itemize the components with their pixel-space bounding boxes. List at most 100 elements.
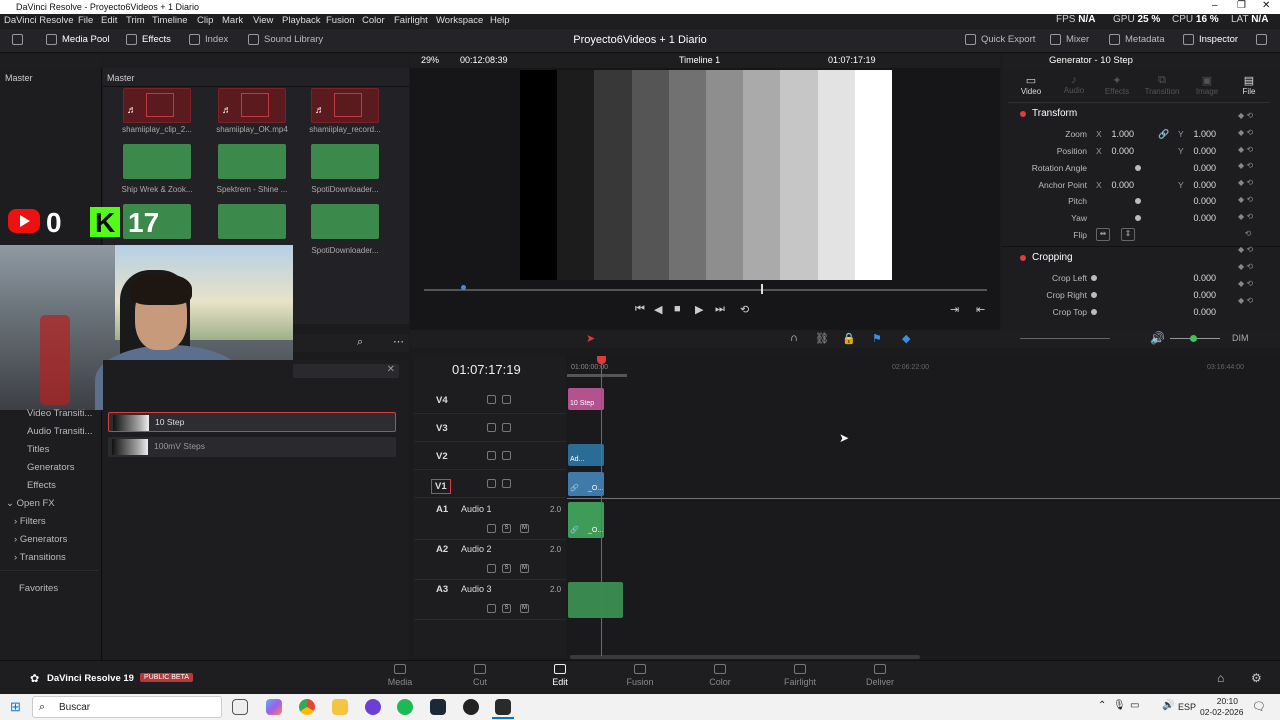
tree-audio-transitions[interactable]: Audio Transiti... bbox=[27, 426, 92, 437]
timeline-scrollbar[interactable] bbox=[570, 655, 920, 659]
menu-clip[interactable]: Clip bbox=[197, 15, 213, 26]
clock-time[interactable]: 20:10 bbox=[1208, 696, 1238, 706]
next-edit-icon[interactable]: ⇥ bbox=[950, 303, 959, 316]
tree-titles[interactable]: Titles bbox=[27, 444, 49, 455]
menu-trim[interactable]: Trim bbox=[126, 15, 145, 26]
tree-favorites[interactable]: Favorites bbox=[19, 583, 58, 594]
rotation-field[interactable]: 0.000 bbox=[1176, 163, 1216, 173]
crop-left-slider[interactable] bbox=[1091, 275, 1097, 281]
flag-icon[interactable]: ⚑ bbox=[872, 332, 882, 345]
clip-thumbnail[interactable]: ♬ bbox=[311, 88, 379, 123]
page-cut[interactable]: Cut bbox=[450, 664, 510, 687]
home-icon[interactable]: ⌂ bbox=[1217, 671, 1224, 685]
menu-help[interactable]: Help bbox=[490, 15, 510, 26]
play-reverse-icon[interactable]: ◀ bbox=[654, 303, 662, 316]
scrub-bar[interactable] bbox=[424, 289, 987, 291]
anchor-y-field[interactable]: 0.000 bbox=[1176, 180, 1216, 190]
clock-date[interactable]: 02-02-2026 bbox=[1200, 707, 1243, 717]
crop-left-field[interactable]: 0.000 bbox=[1176, 273, 1216, 283]
file-explorer-icon[interactable] bbox=[332, 699, 348, 715]
yaw-slider[interactable] bbox=[1135, 215, 1141, 221]
scrub-playhead[interactable] bbox=[761, 284, 763, 294]
position-x-field[interactable]: 0.000 bbox=[1094, 146, 1134, 156]
tree-video-transitions[interactable]: Video Transiti... bbox=[27, 408, 92, 419]
playhead-handle[interactable] bbox=[597, 356, 606, 364]
selection-tool-icon[interactable]: ➤ bbox=[586, 332, 595, 345]
zoom-x-field[interactable]: 1.000 bbox=[1094, 129, 1134, 139]
timeline-selector[interactable]: Timeline 1 bbox=[679, 55, 720, 65]
clip-10-step[interactable]: 10 Step bbox=[568, 388, 604, 410]
sound-library-button[interactable]: Sound Library bbox=[248, 34, 323, 45]
stop-icon[interactable]: ■ bbox=[674, 303, 681, 315]
mixer-button[interactable]: Mixer bbox=[1050, 34, 1089, 45]
volume-icon[interactable]: 🔊 bbox=[1150, 331, 1165, 345]
metadata-button[interactable]: Metadata bbox=[1109, 34, 1165, 45]
clip-thumbnail[interactable] bbox=[311, 204, 379, 239]
generator-100mv-steps[interactable]: 100mV Steps bbox=[108, 437, 396, 457]
tree-generators[interactable]: Generators bbox=[27, 462, 75, 473]
flip-horizontal-icon[interactable]: ⇹ bbox=[1096, 228, 1110, 241]
expand-icon[interactable] bbox=[1256, 34, 1267, 45]
link-icon[interactable]: 🔗 bbox=[1158, 129, 1169, 140]
tab-effects[interactable]: ✦ Effects bbox=[1094, 74, 1140, 96]
menu-edit[interactable]: Edit bbox=[101, 15, 117, 26]
inspector-button[interactable]: Inspector bbox=[1183, 34, 1238, 45]
loop-icon[interactable]: ⟲ bbox=[740, 303, 749, 316]
tab-file[interactable]: ▤ File bbox=[1226, 74, 1272, 96]
transform-enable-dot[interactable] bbox=[1020, 111, 1026, 117]
yaw-field[interactable]: 0.000 bbox=[1176, 213, 1216, 223]
discord-icon[interactable] bbox=[365, 699, 381, 715]
tab-image[interactable]: ▣ Image bbox=[1184, 74, 1230, 96]
skip-to-end-icon[interactable]: ⏭ bbox=[715, 303, 725, 316]
page-color[interactable]: Color bbox=[690, 664, 750, 687]
menu-color[interactable]: Color bbox=[362, 15, 385, 26]
tree-filters[interactable]: › Filters bbox=[14, 516, 46, 527]
clear-icon[interactable]: ✕ bbox=[387, 364, 395, 375]
position-y-field[interactable]: 0.000 bbox=[1176, 146, 1216, 156]
pitch-field[interactable]: 0.000 bbox=[1176, 196, 1216, 206]
task-view-icon[interactable] bbox=[232, 699, 248, 715]
menu-workspace[interactable]: Workspace bbox=[436, 15, 483, 26]
copilot-icon[interactable] bbox=[266, 699, 282, 715]
marker-icon[interactable]: ◆ bbox=[902, 332, 910, 345]
maximize-icon[interactable]: ❐ bbox=[1237, 0, 1246, 11]
quick-export-button[interactable]: Quick Export bbox=[965, 34, 1035, 45]
tree-ofx-transitions[interactable]: › Transitions bbox=[14, 552, 66, 563]
crop-top-field[interactable]: 0.000 bbox=[1176, 307, 1216, 317]
menu-fusion[interactable]: Fusion bbox=[326, 15, 355, 26]
clip-thumbnail[interactable] bbox=[123, 144, 191, 179]
speaker-icon[interactable]: 🔊 bbox=[1162, 700, 1174, 711]
davinci-taskbar-icon[interactable] bbox=[495, 699, 511, 715]
rotation-slider[interactable] bbox=[1135, 165, 1141, 171]
clip-thumbnail[interactable] bbox=[218, 204, 286, 239]
cropping-enable-dot[interactable] bbox=[1020, 255, 1026, 261]
master-bin[interactable]: Master bbox=[5, 73, 33, 85]
microphone-icon[interactable]: 🎙 bbox=[1113, 700, 1126, 711]
tab-audio[interactable]: ♪ Audio bbox=[1051, 74, 1097, 95]
spotify-icon[interactable] bbox=[397, 699, 413, 715]
close-icon[interactable]: ✕ bbox=[1262, 0, 1270, 11]
menu-davinci[interactable]: DaVinci Resolve bbox=[4, 15, 74, 26]
link-icon[interactable]: ⛓ bbox=[815, 332, 829, 345]
clip-thumbnail[interactable] bbox=[218, 144, 286, 179]
taskbar-search[interactable]: ⌕ Buscar bbox=[32, 696, 222, 718]
steam-icon[interactable] bbox=[430, 699, 446, 715]
flip-vertical-icon[interactable]: ⇕ bbox=[1121, 228, 1135, 241]
menu-fairlight[interactable]: Fairlight bbox=[394, 15, 428, 26]
timeline-area[interactable]: 01:00:00:00 02:06:22:00 03:16:44:00 10 S… bbox=[567, 356, 1280, 656]
tree-ofx-generators[interactable]: › Generators bbox=[14, 534, 67, 545]
obs-icon[interactable] bbox=[463, 699, 479, 715]
media-pool-button[interactable]: Media Pool bbox=[46, 34, 110, 45]
zoom-level[interactable]: 29% bbox=[421, 55, 439, 65]
tree-effects[interactable]: Effects bbox=[27, 480, 56, 491]
workspace-icon[interactable] bbox=[12, 34, 23, 45]
clip-thumbnail[interactable] bbox=[311, 144, 379, 179]
keyframe-reset-column[interactable]: ◆ ⟲ ◆ ⟲ ◆ ⟲ ◆ ⟲ ◆ ⟲ ◆ ⟲ ◆ ⟲ ⟲ ◆ ⟲ ◆ ⟲ ◆ ⟲ ◆ ⟲ bbox=[1238, 108, 1268, 318]
crop-right-field[interactable]: 0.000 bbox=[1176, 290, 1216, 300]
menu-mark[interactable]: Mark bbox=[222, 15, 243, 26]
clip-a3[interactable] bbox=[568, 582, 623, 618]
crop-top-slider[interactable] bbox=[1091, 309, 1097, 315]
play-icon[interactable]: ▶ bbox=[695, 303, 703, 316]
skip-to-start-icon[interactable]: ⏮ bbox=[635, 303, 645, 316]
pitch-slider[interactable] bbox=[1135, 198, 1141, 204]
